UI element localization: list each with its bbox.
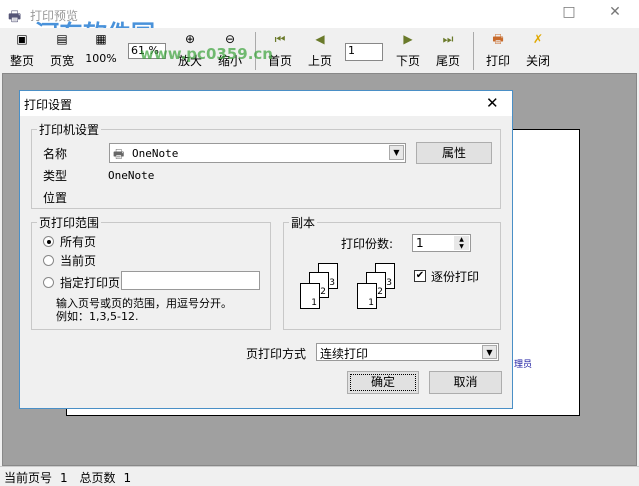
print-mode-value: 连续打印 [320,347,369,361]
watermark-url: www.pc0359.cn [140,45,273,63]
prev-page-label: 上页 [307,54,332,68]
whole-page-icon: ▣ [16,32,28,46]
copies-label: 打印份数: [341,237,394,251]
total-pages-label: 总页数 [79,471,116,485]
preview-text: 理员 [514,360,533,370]
close-person-icon: ✗ [532,32,544,46]
next-page-button[interactable]: ▶ 下页 [388,30,428,72]
whole-page-button[interactable]: ▣ 整页 [2,30,42,72]
page-width-button[interactable]: ▤ 页宽 [42,30,82,72]
range-hint-line2: 例如：1,3,5-12. [56,310,139,323]
type-value: OneNote [108,169,155,182]
page-range-group: 页打印范围 所有页 当前页 指定打印页 输入页号或页的范围，用逗号分开。 例如：… [31,214,271,330]
maximize-button[interactable]: □ [554,4,584,24]
print-label: 打印 [485,54,510,68]
specified-pages-radio[interactable] [43,277,54,288]
type-label: 类型 [43,169,68,183]
page-width-label: 页宽 [49,54,74,68]
collate-checkbox[interactable]: ✔ [414,270,426,282]
next-page-icon: ▶ [403,32,413,46]
copies-group: 副本 打印份数: 1 ▲ ▼ 321 321 ✔ 逐份打印 [283,214,501,330]
uncollated-pages-icon: 321 [300,263,350,319]
printer-settings-legend: 打印机设置 [37,121,102,138]
chevron-down-icon[interactable]: ▼ [482,345,497,359]
printer-icon: 🖶 [492,32,504,46]
copies-spinner[interactable]: 1 ▲ ▼ [412,234,471,252]
dialog-title-bar: 打印设置 ✕ [20,91,512,116]
page-range-legend: 页打印范围 [37,214,102,231]
last-page-icon: ⏭ [442,32,454,46]
whole-page-label: 整页 [9,54,34,68]
prev-page-button[interactable]: ◀ 上页 [300,30,340,72]
all-pages-radio[interactable] [43,236,54,247]
dialog-close-button[interactable]: ✕ [486,94,499,112]
close-window-button[interactable]: ✕ [600,4,630,24]
current-page-radio[interactable] [43,255,54,266]
location-label: 位置 [43,191,68,205]
printer-app-icon: 🖶 [8,9,22,25]
current-page-value: 1 [60,471,68,485]
collate-label: 逐份打印 [431,270,480,284]
next-page-label: 下页 [395,54,420,68]
printer-select[interactable]: 🖶 OneNote ▼ [109,143,406,163]
chevron-down-icon[interactable]: ▼ [389,145,404,160]
page-number-input[interactable]: 1 [345,43,383,61]
print-mode-label: 页打印方式 [246,347,307,361]
last-page-button[interactable]: ⏭ 尾页 [428,30,468,72]
copies-legend: 副本 [289,214,318,231]
toolbar-separator [473,32,474,70]
toolbar: ▣ 整页 ▤ 页宽 ▦ 100% 61 % ⊕ 放大 ⊖ 缩小 ⏮ 首页 ◀ 上页 1 ▶ 下页… [0,28,639,73]
current-page-label: 当前页 [60,254,97,268]
last-page-label: 尾页 [435,54,460,68]
print-mode-select[interactable]: 连续打印 ▼ [316,343,499,361]
copies-value: 1 [416,236,424,250]
spin-up-icon[interactable]: ▲ [454,236,469,243]
actual-size-icon: ▦ [95,32,107,46]
prev-page-icon: ◀ [315,32,325,46]
close-button[interactable]: ✗ 关闭 [518,30,558,72]
printer-name: OneNote [132,147,179,160]
printer-small-icon: 🖶 [113,147,125,161]
specified-pages-label: 指定打印页 [60,276,121,290]
print-button[interactable]: 🖶 打印 [478,30,518,72]
close-label: 关闭 [525,54,550,68]
all-pages-label: 所有页 [60,235,97,249]
dialog-title: 打印设置 [24,98,73,112]
printer-settings-group: 打印机设置 名称 🖶 OneNote ▼ 属性 类型 OneNote 位置 [31,121,501,209]
status-bar: 当前页号 1 总页数 1 [0,466,639,485]
spin-down-icon[interactable]: ▼ [454,243,469,250]
name-label: 名称 [43,147,68,161]
cancel-button[interactable]: 取消 [429,371,502,394]
actual-size-label: 100% [85,52,117,65]
specified-pages-input[interactable] [121,271,260,290]
print-settings-dialog: 打印设置 ✕ 打印机设置 名称 🖶 OneNote ▼ 属性 类型 OneNot… [19,90,513,409]
actual-size-button[interactable]: ▦ 100% [81,30,121,72]
total-pages-value: 1 [123,471,132,485]
collated-pages-icon: 321 [357,263,407,319]
ok-button[interactable]: 确定 [347,371,419,394]
page-width-icon: ▤ [56,32,68,46]
properties-button[interactable]: 属性 [416,142,492,164]
current-page-label: 当前页号 [4,471,53,485]
